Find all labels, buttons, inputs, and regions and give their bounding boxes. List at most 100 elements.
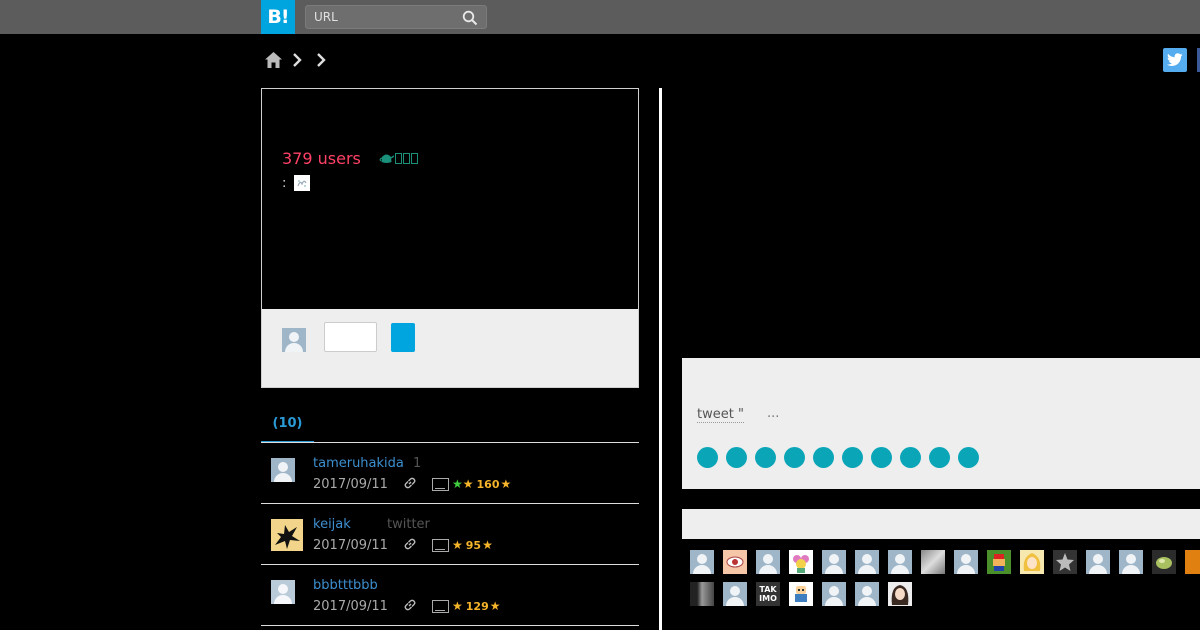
user-avatar[interactable] — [723, 550, 747, 574]
user-avatar[interactable] — [822, 582, 846, 606]
tweet-ellipsis: ... — [767, 406, 780, 421]
top-bar: B! — [0, 0, 1200, 34]
bookmark-item: keijak twitter 2017/09/11 ★ 95 ★ — [261, 504, 639, 565]
user-avatar[interactable] — [690, 550, 714, 574]
bookmark-username[interactable]: tameruhakida — [313, 456, 404, 471]
user-avatar[interactable] — [822, 550, 846, 574]
column-divider — [659, 88, 662, 630]
tweet-avatar-dot[interactable] — [784, 447, 805, 468]
user-avatar — [282, 328, 306, 352]
user-avatar[interactable] — [1053, 550, 1077, 574]
tweet-avatar-dot[interactable] — [842, 447, 863, 468]
add-star-icon[interactable] — [432, 538, 449, 552]
tweet-link[interactable]: tweet " — [697, 407, 744, 423]
user-avatar[interactable] — [271, 519, 303, 551]
yellow-star-icon: ★ — [482, 538, 493, 552]
chevron-right-icon — [317, 53, 326, 67]
user-avatar[interactable] — [987, 550, 1011, 574]
user-avatar[interactable] — [756, 550, 780, 574]
hatena-logo[interactable]: B! — [261, 0, 295, 34]
bookmark-list: tameruhakida 1 2017/09/11 ★ ★ 160 ★ keij… — [261, 443, 639, 626]
tweet-avatar-dot[interactable] — [755, 447, 776, 468]
bookmark-tag[interactable]: twitter — [387, 517, 430, 532]
source-line: : — [282, 175, 311, 191]
user-avatar[interactable] — [271, 580, 295, 604]
user-avatar[interactable]: TAK IMO — [756, 582, 780, 606]
tweet-avatar-dot[interactable] — [871, 447, 892, 468]
tweet-panel: tweet " ... — [682, 358, 1200, 489]
users-count-link[interactable]: 379 users — [282, 149, 361, 168]
comment-form — [262, 309, 638, 387]
user-avatar[interactable] — [1119, 550, 1143, 574]
chevron-right-icon — [293, 53, 302, 67]
bookmark-item: bbbtttbbb 2017/09/11 ★ 129 ★ — [261, 565, 639, 626]
user-avatar[interactable] — [723, 582, 747, 606]
add-star-icon[interactable] — [432, 599, 449, 613]
avatar-row — [690, 550, 1200, 574]
search-icon[interactable] — [462, 10, 478, 26]
user-avatar[interactable] — [1086, 550, 1110, 574]
bookmark-date[interactable]: 2017/09/11 — [313, 477, 388, 492]
user-avatar[interactable] — [921, 550, 945, 574]
avatar-row: TAK IMO — [690, 582, 1200, 606]
bookmark-tag[interactable]: 1 — [413, 456, 421, 471]
user-avatar[interactable] — [888, 550, 912, 574]
yellow-star-icon: ★ — [462, 477, 474, 491]
bookmark-date[interactable]: 2017/09/11 — [313, 538, 388, 553]
twitter-icon — [1167, 53, 1183, 66]
tweet-avatar-dot[interactable] — [929, 447, 950, 468]
tab-comments[interactable]: (10) — [261, 410, 314, 443]
entry-box: 379 users : — [261, 88, 639, 388]
tweet-dots — [697, 447, 979, 468]
comment-input[interactable] — [324, 322, 377, 352]
tweet-avatar-dot[interactable] — [958, 447, 979, 468]
add-star-icon[interactable] — [432, 477, 449, 491]
star-count[interactable]: 129 — [466, 600, 489, 613]
user-avatar[interactable] — [789, 550, 813, 574]
bookmark-username[interactable]: bbbtttbbb — [313, 578, 378, 593]
twitter-share-button[interactable] — [1163, 48, 1187, 72]
search-box — [305, 5, 487, 29]
bookmark-date[interactable]: 2017/09/11 — [313, 599, 388, 614]
breadcrumb — [264, 50, 327, 70]
yellow-star-icon: ★ — [452, 599, 463, 613]
user-avatar-grid: TAK IMO — [690, 550, 1200, 614]
yellow-star-icon: ★ — [500, 477, 512, 491]
link-icon[interactable] — [403, 476, 417, 490]
users-line: 379 users — [282, 149, 418, 168]
star-area: ★ 95 ★ — [432, 538, 493, 552]
star-count[interactable]: 160 — [477, 478, 500, 491]
home-icon[interactable] — [264, 51, 283, 69]
related-header-strip — [682, 509, 1200, 539]
link-icon[interactable] — [403, 598, 417, 612]
source-colon: : — [282, 175, 287, 191]
link-icon[interactable] — [403, 537, 417, 551]
tweet-avatar-dot[interactable] — [813, 447, 834, 468]
user-avatar[interactable] — [855, 582, 879, 606]
user-avatar[interactable] — [271, 458, 295, 482]
user-avatar[interactable] — [855, 550, 879, 574]
teapot-icon — [379, 153, 418, 164]
bookmark-item: tameruhakida 1 2017/09/11 ★ ★ 160 ★ — [261, 443, 639, 504]
site-favicon[interactable] — [294, 175, 311, 191]
user-avatar[interactable] — [1185, 550, 1200, 574]
user-avatar[interactable] — [1152, 550, 1176, 574]
yellow-star-icon: ★ — [452, 538, 463, 552]
star-area: ★ 129 ★ — [432, 599, 501, 613]
yellow-star-icon: ★ — [489, 599, 501, 613]
tweet-avatar-dot[interactable] — [697, 447, 718, 468]
favicon-image — [297, 180, 307, 187]
user-avatar[interactable] — [690, 582, 714, 606]
bookmark-username[interactable]: keijak — [313, 517, 351, 532]
tweet-avatar-dot[interactable] — [726, 447, 747, 468]
star-area: ★ ★ 160 ★ — [432, 477, 511, 491]
user-avatar[interactable] — [954, 550, 978, 574]
user-avatar[interactable] — [888, 582, 912, 606]
user-avatar[interactable] — [1020, 550, 1044, 574]
tweet-avatar-dot[interactable] — [900, 447, 921, 468]
bookmark-submit-button[interactable] — [391, 323, 415, 352]
user-avatar[interactable] — [789, 582, 813, 606]
green-star-icon: ★ — [452, 477, 463, 491]
star-count[interactable]: 95 — [466, 539, 481, 552]
search-input[interactable] — [306, 6, 456, 28]
